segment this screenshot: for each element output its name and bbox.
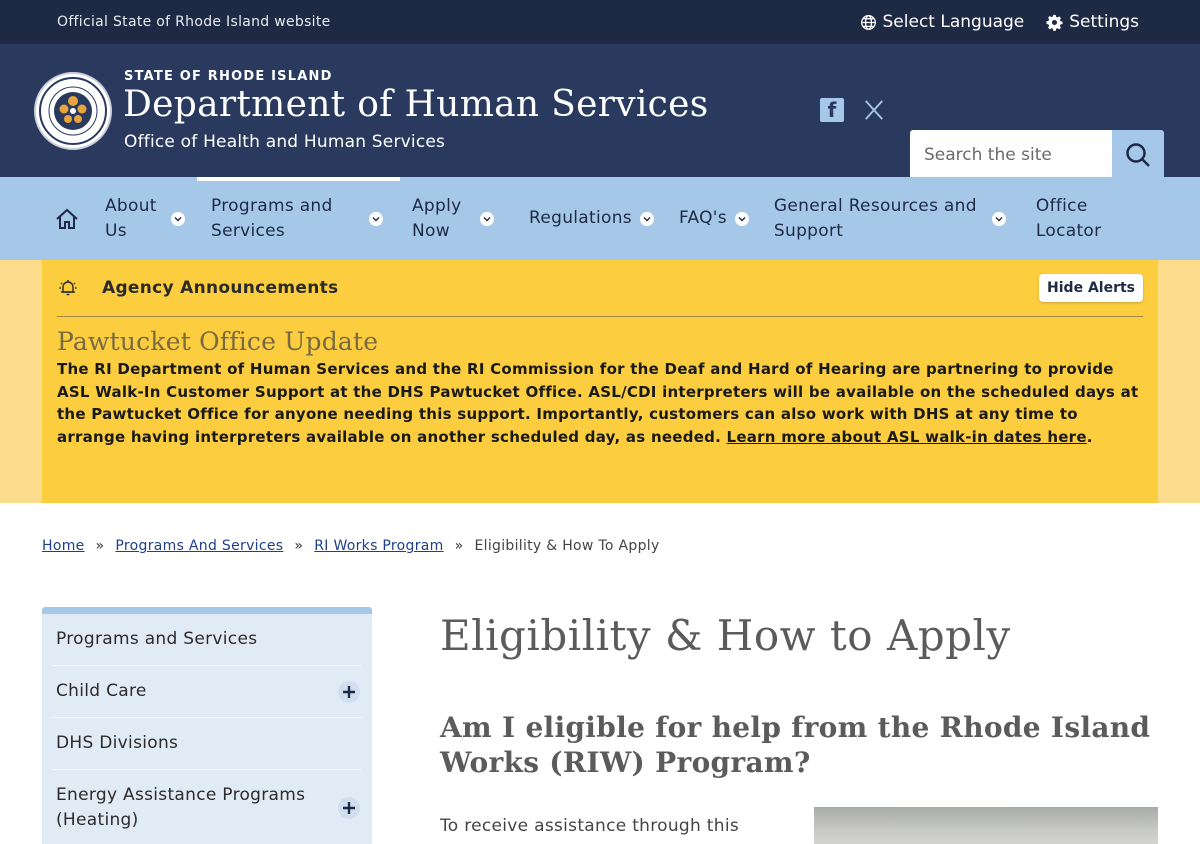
nav-about-us[interactable]: About Us bbox=[105, 177, 189, 260]
nav-faqs-label: FAQ's bbox=[678, 208, 727, 228]
gear-icon bbox=[1046, 14, 1063, 31]
utility-bar: Official State of Rhode Island website S… bbox=[0, 0, 1200, 44]
nav-general-resources[interactable]: General Resources and Support bbox=[774, 177, 1010, 260]
utility-actions: Select Language Settings bbox=[860, 12, 1139, 32]
chevron-down-icon bbox=[639, 211, 654, 226]
search-button[interactable] bbox=[1112, 130, 1164, 179]
chevron-down-icon bbox=[734, 211, 749, 226]
department-title[interactable]: Department of Human Services bbox=[123, 84, 709, 125]
bell-icon bbox=[59, 280, 77, 296]
state-name: STATE OF RHODE ISLAND bbox=[124, 69, 333, 84]
search-icon bbox=[1126, 142, 1150, 167]
nav-regulations[interactable]: Regulations bbox=[529, 177, 654, 260]
dhs-seal-logo[interactable] bbox=[34, 72, 112, 150]
chevron-down-icon bbox=[480, 211, 494, 226]
official-site-text: Official State of Rhode Island website bbox=[57, 14, 331, 30]
expand-plus-icon[interactable] bbox=[338, 680, 360, 703]
chevron-down-icon bbox=[171, 211, 185, 226]
sidebar-item-programs-and-services[interactable]: Programs and Services bbox=[52, 614, 362, 666]
sidebar-item-label: Programs and Services bbox=[56, 629, 258, 649]
breadcrumb-home[interactable]: Home bbox=[42, 538, 85, 554]
search-input[interactable] bbox=[910, 130, 1112, 179]
x-twitter-icon[interactable] bbox=[862, 98, 886, 122]
settings-label: Settings bbox=[1069, 12, 1139, 32]
breadcrumb-programs[interactable]: Programs And Services bbox=[115, 538, 283, 554]
nav-general-resources-label: General Resources and Support bbox=[773, 195, 977, 241]
sidebar-item-dhs-divisions[interactable]: DHS Divisions bbox=[52, 718, 362, 770]
breadcrumb-separator: » bbox=[95, 538, 105, 554]
select-language-button[interactable]: Select Language bbox=[860, 12, 1025, 32]
nav-about-us-label: About Us bbox=[105, 195, 157, 241]
page-title: Eligibility & How to Apply bbox=[440, 611, 1011, 660]
chevron-down-icon bbox=[369, 211, 383, 226]
nav-regulations-label: Regulations bbox=[529, 208, 632, 228]
sidebar-item-child-care[interactable]: Child Care bbox=[52, 666, 362, 718]
alert-body: The RI Department of Human Services and … bbox=[57, 358, 1143, 448]
main-navigation: About Us Programs and Services Apply Now… bbox=[0, 177, 1200, 260]
nav-office-locator[interactable]: Office Locator bbox=[1036, 177, 1116, 260]
sidebar-item-energy-assistance[interactable]: Energy Assistance Programs (Heating) bbox=[52, 770, 362, 844]
sidebar-item-label: Child Care bbox=[56, 681, 147, 701]
site-search bbox=[910, 130, 1164, 179]
nav-office-locator-label: Office Locator bbox=[1035, 195, 1102, 241]
alert-region: Agency Announcements Hide Alerts Pawtuck… bbox=[0, 260, 1200, 503]
hide-alerts-button[interactable]: Hide Alerts bbox=[1039, 274, 1143, 302]
expand-plus-icon[interactable] bbox=[338, 796, 360, 819]
sidebar-item-label: DHS Divisions bbox=[56, 733, 179, 753]
nav-faqs[interactable]: FAQ's bbox=[679, 177, 749, 260]
sidebar-item-label: Energy Assistance Programs (Heating) bbox=[56, 784, 306, 830]
nav-programs-and-services[interactable]: Programs and Services bbox=[197, 177, 400, 260]
nav-apply-now[interactable]: Apply Now bbox=[412, 177, 504, 260]
globe-icon bbox=[860, 14, 876, 30]
intro-paragraph: To receive assistance through this progr… bbox=[440, 816, 740, 844]
breadcrumb: Home » Programs And Services » RI Works … bbox=[42, 538, 660, 554]
nav-programs-label: Programs and Services bbox=[211, 195, 333, 241]
alert-heading: Pawtucket Office Update bbox=[57, 327, 379, 356]
content-photo bbox=[814, 807, 1158, 844]
nav-apply-now-label: Apply Now bbox=[412, 195, 462, 241]
eligibility-question: Am I eligible for help from the Rhode Is… bbox=[440, 711, 1151, 779]
select-language-label: Select Language bbox=[882, 12, 1025, 32]
site-header: STATE OF RHODE ISLAND Department of Huma… bbox=[0, 44, 1200, 179]
chevron-down-icon bbox=[991, 211, 1006, 226]
asl-dates-link[interactable]: Learn more about ASL walk-in dates here bbox=[727, 428, 1087, 446]
facebook-icon[interactable]: f bbox=[820, 98, 844, 122]
breadcrumb-ri-works[interactable]: RI Works Program bbox=[314, 538, 443, 554]
breadcrumb-separator: » bbox=[294, 538, 304, 554]
seal-emblem bbox=[39, 77, 107, 145]
agency-announcement: Agency Announcements Hide Alerts Pawtuck… bbox=[42, 260, 1158, 503]
home-icon[interactable] bbox=[54, 206, 80, 232]
sidebar-nav: Programs and Services Child Care DHS Div… bbox=[42, 607, 372, 844]
alert-body-end: . bbox=[1086, 427, 1093, 446]
breadcrumb-separator: » bbox=[454, 538, 464, 554]
office-subtitle: Office of Health and Human Services bbox=[124, 132, 446, 152]
alert-header: Agency Announcements Hide Alerts bbox=[57, 260, 1143, 317]
alert-title: Agency Announcements bbox=[102, 278, 339, 298]
breadcrumb-current: Eligibility & How To Apply bbox=[474, 538, 660, 554]
settings-button[interactable]: Settings bbox=[1046, 12, 1139, 32]
